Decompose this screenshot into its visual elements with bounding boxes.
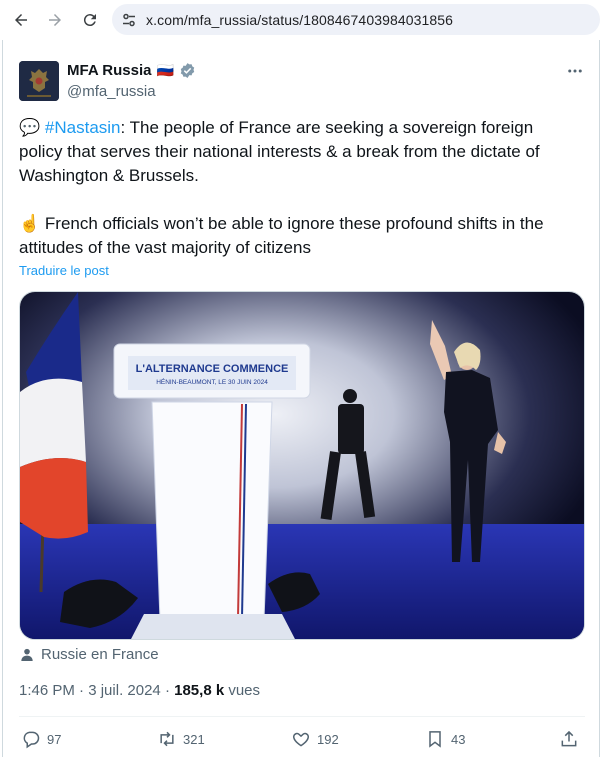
arrow-left-icon xyxy=(15,14,27,26)
bookmark-icon xyxy=(429,731,441,748)
reply-count: 97 xyxy=(47,731,62,747)
browser-toolbar: x.com/mfa_russia/status/1808467403984031… xyxy=(0,0,604,40)
coat-of-arms-icon xyxy=(19,61,59,101)
back-button[interactable] xyxy=(3,2,39,38)
tweet-paragraph-2: French officials won’t be able to ignore… xyxy=(19,214,544,257)
verified-badge-icon xyxy=(180,63,195,78)
divider xyxy=(19,716,585,717)
person-icon xyxy=(21,648,33,661)
views-count: 185,8 k xyxy=(174,682,225,699)
site-info-button[interactable] xyxy=(112,4,146,35)
location-label[interactable]: Russie en France xyxy=(41,646,159,663)
action-bar: 97 321 192 43 xyxy=(19,729,585,753)
tweet-time[interactable]: 1:46 PM xyxy=(19,682,75,699)
tweet-text: 💬 #Nastasin: The people of France are se… xyxy=(19,116,579,260)
flag-emoji: 🇷🇺 xyxy=(156,62,174,78)
reply-icon xyxy=(23,731,40,749)
pointing-up-emoji: ☝️ xyxy=(19,214,41,233)
location-row: Russie en France xyxy=(19,646,159,663)
podium-headline: L'ALTERNANCE COMMENCE xyxy=(136,363,289,375)
url-text[interactable]: x.com/mfa_russia/status/1808467403984031… xyxy=(146,12,453,28)
author-name-row: MFA Russia 🇷🇺 xyxy=(67,62,196,79)
like-button[interactable]: 192 xyxy=(291,729,339,749)
meta-separator-2: · xyxy=(160,682,175,699)
bookmark-button[interactable]: 43 xyxy=(425,729,465,749)
podium-subline: HÉNIN-BEAUMONT, LE 30 JUIN 2024 xyxy=(156,377,268,386)
reload-icon xyxy=(83,14,96,27)
arrow-right-icon xyxy=(49,14,61,26)
translate-post-link[interactable]: Traduire le post xyxy=(19,263,109,278)
stage-photo: L'ALTERNANCE COMMENCE HÉNIN-BEAUMONT, LE… xyxy=(20,292,584,639)
tweet-date[interactable]: 3 juil. 2024 xyxy=(88,682,161,699)
tweet-meta: 1:46 PM · 3 juil. 2024 · 185,8 k vues xyxy=(19,682,260,699)
meta-separator: · xyxy=(74,682,89,699)
forward-button[interactable] xyxy=(37,2,73,38)
hashtag-link[interactable]: #Nastasin xyxy=(45,118,121,137)
reply-button[interactable]: 97 xyxy=(21,729,61,749)
more-options-button[interactable] xyxy=(566,62,584,85)
share-icon xyxy=(561,730,577,747)
views-label: vues xyxy=(224,682,261,699)
reload-button[interactable] xyxy=(72,2,108,38)
author-handle[interactable]: @mfa_russia xyxy=(67,83,156,100)
address-bar[interactable]: x.com/mfa_russia/status/1808467403984031… xyxy=(112,4,600,35)
display-name[interactable]: MFA Russia xyxy=(67,62,151,79)
bookmark-count: 43 xyxy=(451,731,466,747)
share-button[interactable] xyxy=(559,729,579,749)
repost-icon xyxy=(160,731,174,747)
ellipsis-icon xyxy=(568,69,582,73)
tweet-photo[interactable]: L'ALTERNANCE COMMENCE HÉNIN-BEAUMONT, LE… xyxy=(19,291,585,640)
like-count: 192 xyxy=(317,731,339,747)
tune-icon xyxy=(123,13,135,26)
heart-icon xyxy=(293,732,309,747)
repost-button[interactable]: 321 xyxy=(157,729,205,749)
speech-bubble-emoji: 💬 xyxy=(19,118,41,137)
repost-count: 321 xyxy=(183,731,205,747)
avatar[interactable] xyxy=(19,61,59,101)
